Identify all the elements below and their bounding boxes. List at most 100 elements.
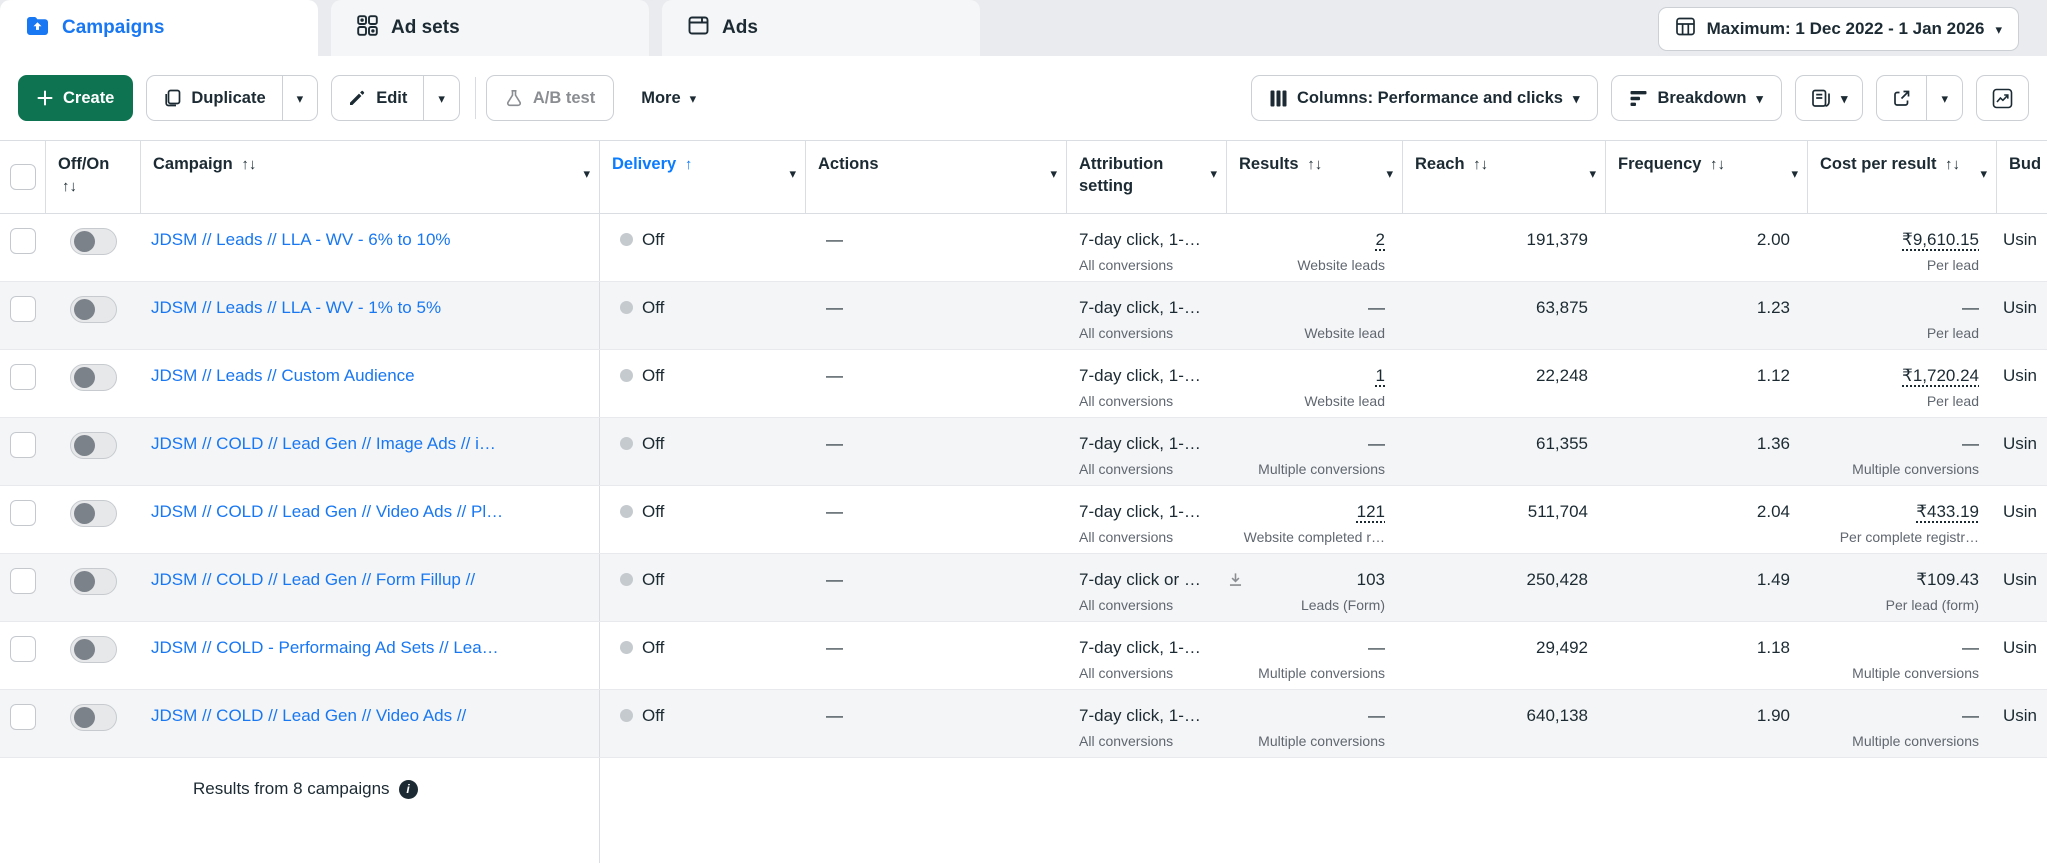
cost-per-result-value[interactable]: ₹109.43: [1916, 570, 1979, 589]
off-on-toggle[interactable]: [70, 432, 117, 459]
info-icon[interactable]: i: [399, 780, 418, 799]
off-on-toggle[interactable]: [70, 296, 117, 323]
delivery-cell: Off: [600, 282, 806, 349]
sort-icon: ↑↓: [1945, 156, 1960, 173]
off-on-toggle[interactable]: [70, 568, 117, 595]
campaign-link[interactable]: JDSM // COLD // Lead Gen // Form Fillup …: [151, 570, 475, 589]
cost-per-result-sub: Multiple conversions: [1808, 461, 1979, 477]
tab-ads[interactable]: Ads: [662, 0, 980, 56]
budget-value: Usin: [2003, 230, 2037, 249]
header-off-on[interactable]: Off/On ↑↓: [46, 141, 141, 213]
header-results[interactable]: Results ↑↓ ▾: [1227, 141, 1403, 213]
results-value[interactable]: —: [1368, 433, 1385, 454]
tab-campaigns[interactable]: Campaigns: [0, 0, 318, 56]
campaign-link[interactable]: JDSM // COLD - Performaing Ad Sets // Le…: [151, 638, 499, 657]
row-checkbox[interactable]: [10, 568, 36, 594]
chevron-down-icon[interactable]: ▾: [1050, 167, 1057, 180]
header-reach[interactable]: Reach ↑↓ ▾: [1403, 141, 1606, 213]
results-value[interactable]: 121: [1357, 501, 1385, 522]
ab-test-label: A/B test: [533, 89, 595, 108]
campaign-cell: JDSM // COLD // Lead Gen // Video Ads //…: [141, 486, 600, 553]
off-on-toggle[interactable]: [70, 228, 117, 255]
off-on-toggle[interactable]: [70, 704, 117, 731]
table-body: JDSM // Leads // LLA - WV - 6% to 10% Of…: [0, 214, 2047, 758]
budget-cell: Usin: [1997, 486, 2047, 553]
view-charts-button[interactable]: [1976, 75, 2029, 121]
header-attribution[interactable]: Attribution setting ▾: [1067, 141, 1227, 213]
off-on-toggle[interactable]: [70, 500, 117, 527]
campaign-cell: JDSM // Leads // LLA - WV - 1% to 5%: [141, 282, 600, 349]
duplicate-dropdown[interactable]: ▾: [282, 76, 318, 120]
off-on-toggle[interactable]: [70, 364, 117, 391]
download-icon[interactable]: [1227, 571, 1244, 588]
chevron-down-icon[interactable]: ▾: [1210, 167, 1217, 180]
row-checkbox[interactable]: [10, 500, 36, 526]
header-campaign[interactable]: Campaign ↑↓ ▾: [141, 141, 600, 213]
campaign-link[interactable]: JDSM // COLD // Lead Gen // Image Ads //…: [151, 434, 496, 453]
cost-per-result-value[interactable]: —: [1962, 706, 1979, 725]
edit-dropdown[interactable]: ▾: [423, 76, 459, 120]
reports-button[interactable]: ▾: [1795, 75, 1864, 121]
create-button[interactable]: Create: [18, 75, 133, 121]
ab-test-button[interactable]: A/B test: [486, 75, 614, 121]
campaign-link[interactable]: JDSM // COLD // Lead Gen // Video Ads //…: [151, 502, 503, 521]
cost-per-result-value[interactable]: ₹9,610.15: [1902, 230, 1979, 249]
header-delivery[interactable]: Delivery ↑ ▾: [600, 141, 806, 213]
edit-button[interactable]: Edit: [332, 76, 423, 120]
results-value[interactable]: 1: [1376, 365, 1385, 386]
cost-per-result-value[interactable]: ₹433.19: [1916, 502, 1979, 521]
chevron-down-icon[interactable]: ▾: [789, 167, 796, 180]
off-on-toggle[interactable]: [70, 636, 117, 663]
results-value[interactable]: 2: [1376, 229, 1385, 250]
attribution-cell: 7-day click, 1-… All conversions: [1067, 350, 1227, 417]
results-sub: Website lead: [1227, 325, 1385, 341]
header-frequency[interactable]: Frequency ↑↓ ▾: [1606, 141, 1808, 213]
campaign-link[interactable]: JDSM // COLD // Lead Gen // Video Ads //: [151, 706, 466, 725]
cost-per-result-value[interactable]: —: [1962, 638, 1979, 657]
reach-cell: 640,138: [1403, 690, 1606, 757]
tab-ad-sets[interactable]: Ad sets: [331, 0, 649, 56]
cost-per-result-value[interactable]: —: [1962, 298, 1979, 317]
campaign-link[interactable]: JDSM // Leads // Custom Audience: [151, 366, 415, 385]
row-checkbox[interactable]: [10, 296, 36, 322]
row-checkbox[interactable]: [10, 228, 36, 254]
cost-per-result-value[interactable]: —: [1962, 434, 1979, 453]
results-value[interactable]: 103: [1357, 569, 1385, 590]
footer-left: Results from 8 campaigns i: [0, 758, 600, 863]
chevron-down-icon[interactable]: ▾: [1589, 167, 1596, 180]
export-button[interactable]: [1877, 76, 1926, 120]
budget-cell: Usin: [1997, 554, 2047, 621]
footer-right-empty: [600, 758, 2047, 863]
reach-value: 511,704: [1528, 502, 1588, 521]
attribution-value: 7-day click, 1-…: [1079, 705, 1227, 726]
duplicate-button[interactable]: Duplicate: [147, 76, 281, 120]
breakdown-button[interactable]: Breakdown ▾: [1611, 75, 1781, 121]
date-range-picker[interactable]: Maximum: 1 Dec 2022 - 1 Jan 2026 ▾: [1658, 7, 2019, 51]
cost-per-result-sub: Per lead: [1808, 325, 1979, 341]
campaign-link[interactable]: JDSM // Leads // LLA - WV - 1% to 5%: [151, 298, 441, 317]
row-checkbox[interactable]: [10, 704, 36, 730]
row-checkbox[interactable]: [10, 432, 36, 458]
header-budget[interactable]: Bud: [1997, 141, 2047, 213]
header-actions[interactable]: Actions ▾: [806, 141, 1067, 213]
row-checkbox-cell: [0, 690, 46, 757]
results-value[interactable]: —: [1368, 705, 1385, 726]
row-checkbox[interactable]: [10, 364, 36, 390]
header-cost-per-result[interactable]: Cost per result ↑↓ ▾: [1808, 141, 1997, 213]
campaign-link[interactable]: JDSM // Leads // LLA - WV - 6% to 10%: [151, 230, 451, 249]
chevron-down-icon[interactable]: ▾: [583, 167, 590, 180]
columns-button[interactable]: Columns: Performance and clicks ▾: [1251, 75, 1598, 121]
table-row: JDSM // COLD // Lead Gen // Video Ads //…: [0, 486, 2047, 554]
row-checkbox[interactable]: [10, 636, 36, 662]
results-value[interactable]: —: [1368, 637, 1385, 658]
row-toggle-cell: [46, 622, 141, 689]
cost-per-result-value[interactable]: ₹1,720.24: [1902, 366, 1979, 385]
results-value[interactable]: —: [1368, 297, 1385, 318]
more-button[interactable]: More ▾: [627, 89, 710, 108]
export-dropdown[interactable]: ▾: [1926, 76, 1962, 120]
select-all-checkbox[interactable]: [10, 164, 36, 190]
chevron-down-icon[interactable]: ▾: [1386, 167, 1393, 180]
chevron-down-icon[interactable]: ▾: [1791, 167, 1798, 180]
chevron-down-icon[interactable]: ▾: [1980, 167, 1987, 180]
delivery-status: Off: [642, 501, 664, 522]
